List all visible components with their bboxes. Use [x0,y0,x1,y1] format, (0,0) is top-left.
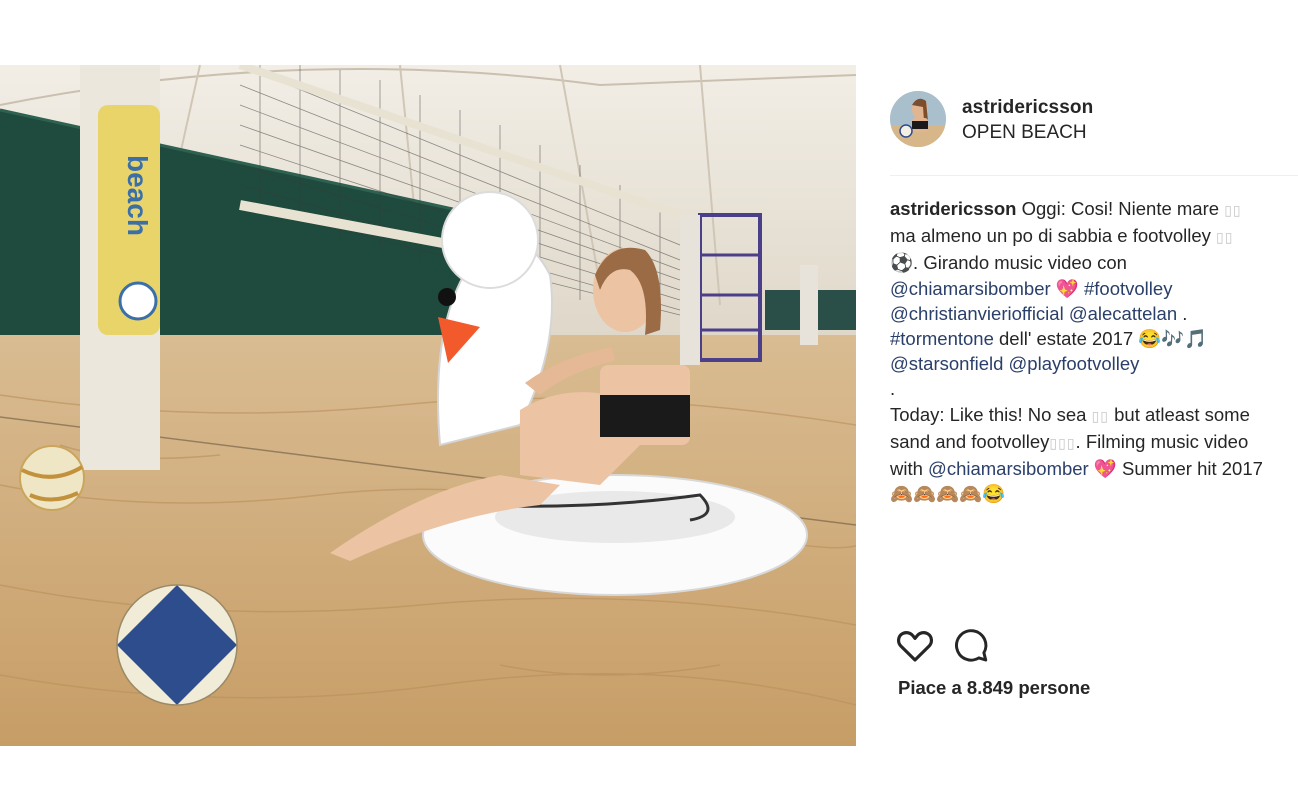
emoji-placeholder: ▯▯▯ [1049,434,1076,451]
emoji-group: 😂🎶🎵 [1138,328,1208,350]
username[interactable]: astridericsson [962,97,1093,119]
post-sidebar: astridericsson OPEN BEACH astridericsson… [856,65,1298,746]
caption-separator: . [890,378,896,400]
comment-icon[interactable] [952,627,990,663]
mention-link[interactable]: @chiamarsibomber [928,458,1089,479]
caption-text: Today: Like this! No sea [890,403,1087,425]
post-caption: astridericsson Oggi: Cosi! Niente mare ▯… [890,196,1265,506]
mention-link[interactable]: @christianvieriofficial [890,303,1064,324]
svg-text:beach: beach [122,155,153,236]
emoji-placeholder: ▯▯ [1216,229,1234,246]
caption-author[interactable]: astridericsson [890,198,1016,219]
caption-text: Oggi: Cosi! Niente mare [1021,198,1220,219]
mention-link[interactable]: @playfootvolley [1009,353,1140,374]
hashtag-link[interactable]: #footvolley [1084,278,1172,299]
caption-text: ⚽. Girando music video con [890,252,1127,274]
heart-icon[interactable] [896,627,934,663]
divider [890,175,1298,176]
mention-link[interactable]: @starsonfield [890,353,1003,374]
caption-text: dell' estate 2017 [993,328,1139,350]
likes-count[interactable]: Piace a 8.849 persone [898,677,1090,699]
heart-emoji: 💖 [1055,277,1079,299]
emoji-placeholder: ▯▯ [1091,407,1109,424]
mention-link[interactable]: @chiamarsibomber [890,278,1051,299]
post-photo: beach [0,65,856,746]
mention-link[interactable]: @alecattelan [1069,303,1177,324]
caption-text: ma almeno un po di sabbia e footvolley [890,225,1211,247]
emoji-placeholder: ▯▯ [1224,202,1242,218]
location[interactable]: OPEN BEACH [962,122,1087,144]
post-header: astridericsson OPEN BEACH [890,91,1270,149]
caption-text: Summer hit 2017 [1116,458,1263,480]
avatar[interactable] [890,91,946,147]
post-actions [896,627,1016,663]
hashtag-link[interactable]: #tormentone [890,328,994,349]
emoji-group: 🙈🙈🙈🙈😂 [890,483,1006,505]
caption-text: . [1177,302,1188,324]
heart-emoji: 💖 [1093,458,1117,480]
